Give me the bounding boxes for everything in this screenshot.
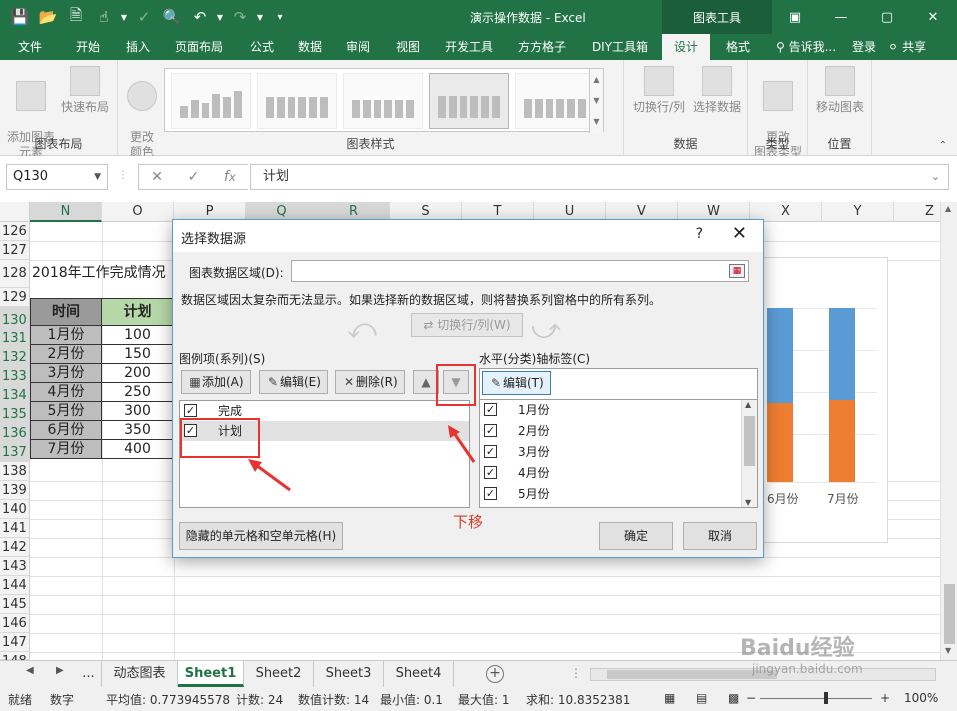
status-sum: 求和: 10.8352381 — [526, 693, 631, 707]
sheet-nav-left-icon[interactable]: ◀ — [26, 665, 34, 676]
page-layout-view-icon[interactable]: ▤ — [696, 691, 707, 705]
status-numlock: 数字 — [50, 693, 75, 707]
watermark-logo: Baidu经验 — [740, 636, 855, 661]
sheet-tab-sheet4[interactable]: Sheet4 — [384, 661, 454, 687]
annotation-arrowhead — [448, 425, 460, 438]
excel-window: 💾 📂 🗎 ☝ ▼ ✓ 🔍 ↶ ▼ ↷ ▼ ▾ 演示操作数据 - Excel 图… — [0, 0, 957, 711]
watermark-url: jingyan.baidu.com — [752, 662, 863, 676]
annotation-arrowhead — [248, 459, 262, 472]
status-max: 最大值: 1 — [458, 693, 510, 707]
status-ready: 就绪 — [8, 693, 33, 707]
zoom-level[interactable]: 100% — [904, 691, 938, 705]
sheet-tab-dynamic-chart[interactable]: 动态图表 — [102, 661, 178, 687]
status-min: 最小值: 0.1 — [380, 693, 443, 707]
tab-splitter[interactable]: ⋮ — [570, 666, 582, 680]
sheet-nav-right-icon[interactable]: ▶ — [56, 665, 64, 676]
add-sheet-icon[interactable]: + — [486, 665, 504, 683]
sheet-more-tabs[interactable]: ... — [76, 661, 102, 687]
annotation-arrows — [248, 425, 476, 492]
zoom-slider[interactable] — [760, 698, 872, 699]
zoom-out-icon[interactable]: − — [746, 691, 756, 705]
sheet-tab-sheet3[interactable]: Sheet3 — [314, 661, 384, 687]
status-numeric-count: 数值计数: 14 — [298, 693, 370, 707]
status-bar: 就绪 数字 平均值: 0.773945578 计数: 24 数值计数: 14 最… — [0, 687, 957, 711]
normal-view-icon[interactable]: ▦ — [664, 691, 675, 705]
status-count: 计数: 24 — [236, 693, 284, 707]
status-average: 平均值: 0.773945578 — [106, 693, 231, 707]
sheet-tab-sheet1[interactable]: Sheet1 — [178, 661, 244, 687]
annotation-move-down-label: 下移 — [453, 513, 484, 531]
page-break-view-icon[interactable]: ▩ — [728, 691, 739, 705]
zoom-in-icon[interactable]: + — [880, 691, 890, 705]
sheet-tab-sheet2[interactable]: Sheet2 — [244, 661, 314, 687]
zoom-slider-knob[interactable] — [824, 692, 828, 704]
